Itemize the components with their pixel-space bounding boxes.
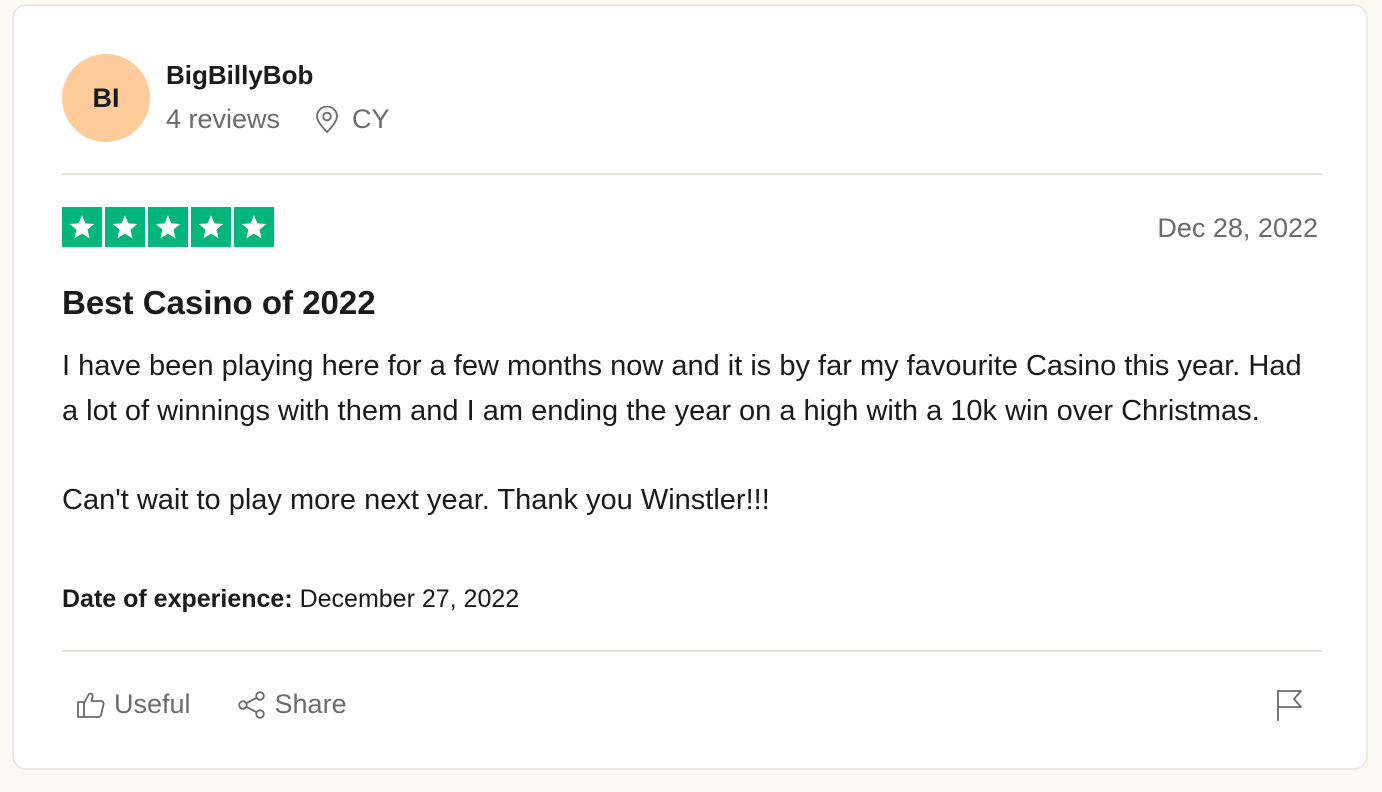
flag-icon[interactable] xyxy=(1274,688,1304,727)
share-icon xyxy=(237,690,275,720)
thumbs-up-icon xyxy=(76,691,114,719)
star-icon xyxy=(105,207,145,247)
star-icon xyxy=(148,207,188,247)
review-body: I have been playing here for a few month… xyxy=(62,344,1302,522)
share-label: Share xyxy=(274,689,347,719)
share-button[interactable]: Share xyxy=(237,689,347,720)
star-icon xyxy=(191,207,231,247)
star-rating xyxy=(62,207,274,247)
avatar-initials: BI xyxy=(92,82,120,113)
useful-label: Useful xyxy=(114,689,191,719)
location-pin-icon xyxy=(314,105,340,134)
review-paragraph: I have been playing here for a few month… xyxy=(62,350,1302,427)
star-icon xyxy=(234,207,274,247)
review-actions: Useful Share xyxy=(76,689,347,720)
star-icon xyxy=(62,207,102,247)
date-of-experience: Date of experience: December 27, 2022 xyxy=(62,585,519,614)
experience-date: December 27, 2022 xyxy=(299,585,520,613)
experience-label: Date of experience: xyxy=(62,585,293,613)
header-divider xyxy=(62,173,1322,175)
review-title[interactable]: Best Casino of 2022 xyxy=(62,284,376,322)
useful-button[interactable]: Useful xyxy=(76,689,191,720)
footer-divider xyxy=(62,650,1322,652)
reviewer-country: CY xyxy=(352,104,390,134)
review-card: BI BigBillyBob 4 reviews CY Dec 28, 2022… xyxy=(12,4,1368,770)
reviewer-meta: 4 reviews CY xyxy=(166,104,390,135)
review-date: Dec 28, 2022 xyxy=(1157,213,1318,243)
avatar[interactable]: BI xyxy=(62,54,150,142)
reviews-count: 4 reviews xyxy=(166,104,281,134)
reviewer-name[interactable]: BigBillyBob xyxy=(166,60,313,91)
review-paragraph: Can't wait to play more next year. Thank… xyxy=(62,483,770,516)
